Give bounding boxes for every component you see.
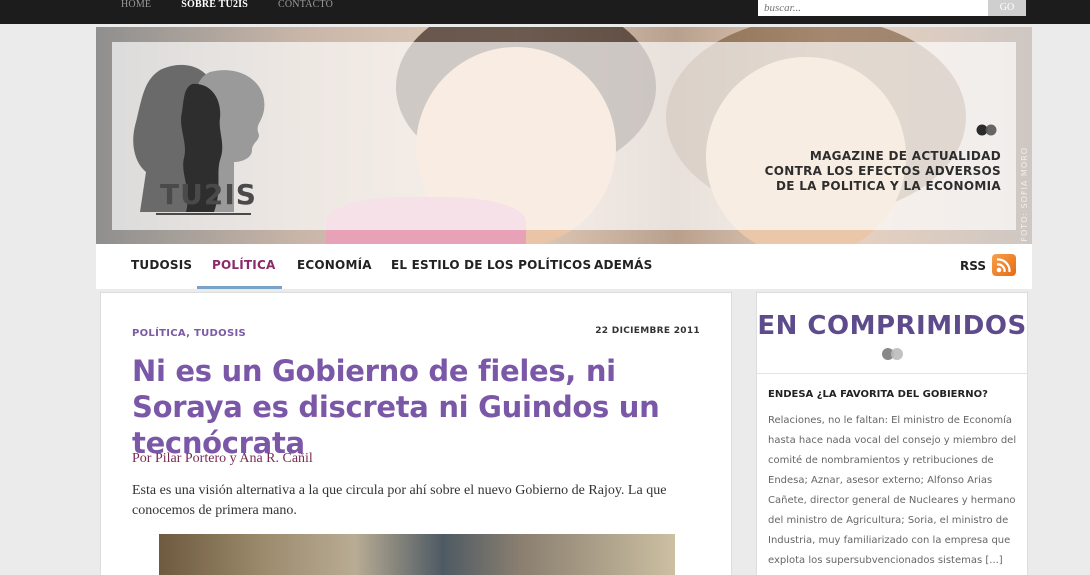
top-nav-sobre[interactable]: SOBRE TU2IS [181, 0, 248, 10]
rss-label[interactable]: RSS [960, 259, 986, 273]
article-date: 22 DICIEMBRE 2011 [595, 326, 700, 336]
article-card: POLÍTICA, TUDOSIS 22 DICIEMBRE 2011 Ni e… [100, 292, 732, 575]
photo-credit: FOTO: SOFIA MORO [1020, 147, 1029, 242]
top-nav-home[interactable]: HOME [121, 0, 151, 10]
main-nav: TUDOSIS POLÍTICA ECONOMÍA EL ESTILO DE L… [96, 244, 1032, 289]
sidebar-divider [757, 373, 1027, 374]
nav-item-ademas[interactable]: ADEMÁS [594, 258, 653, 272]
rss-icon[interactable] [992, 254, 1016, 276]
tagline: MAGAZINE DE ACTUALIDAD CONTRA LOS EFECTO… [765, 149, 1001, 194]
nav-item-tudosis[interactable]: TUDOSIS [131, 258, 192, 272]
top-nav-contacto[interactable]: CONTACTO [278, 0, 333, 10]
dual-circle-icon [882, 348, 903, 360]
article-categories[interactable]: POLÍTICA, TUDOSIS [132, 328, 246, 339]
tagline-line-1: MAGAZINE DE ACTUALIDAD [809, 149, 1001, 163]
tagline-line-3: DE LA POLITICA Y LA ECONOMIA [776, 179, 1001, 193]
tagline-line-2: CONTRA LOS EFECTOS ADVERSOS [764, 164, 1001, 178]
article-lede: Esta es una visión alternativa a la que … [132, 483, 667, 518]
nav-item-politica[interactable]: POLÍTICA [212, 258, 275, 272]
nav-item-economia[interactable]: ECONOMÍA [297, 258, 372, 272]
article-title[interactable]: Ni es un Gobierno de fieles, ni Soraya e… [132, 353, 712, 461]
top-bar: HOME SOBRE TU2IS CONTACTO GO [0, 0, 1090, 24]
logo-underline [156, 213, 251, 215]
top-nav: HOME SOBRE TU2IS CONTACTO [121, 0, 363, 10]
sidebar-item-text: Relaciones, no le faltan: El ministro de… [768, 415, 1017, 566]
article-byline: Por Pilar Portero y Ana R. Cañil [132, 451, 313, 466]
nav-active-indicator [197, 286, 282, 289]
article-image[interactable] [159, 534, 675, 575]
search-input[interactable] [758, 0, 988, 16]
logo-text[interactable]: TU2IS [160, 178, 257, 211]
sidebar-en-comprimidos: EN COMPRIMIDOS ENDESA ¿LA FAVORITA DEL G… [756, 292, 1028, 575]
sidebar-item-title[interactable]: ENDESA ¿LA FAVORITA DEL GOBIERNO? [768, 389, 988, 400]
nav-item-estilo[interactable]: EL ESTILO DE LOS POLÍTICOS [391, 258, 591, 272]
sidebar-title: EN COMPRIMIDOS [757, 311, 1027, 341]
dual-circle-icon [976, 124, 997, 136]
search-go-button[interactable]: GO [988, 0, 1026, 16]
